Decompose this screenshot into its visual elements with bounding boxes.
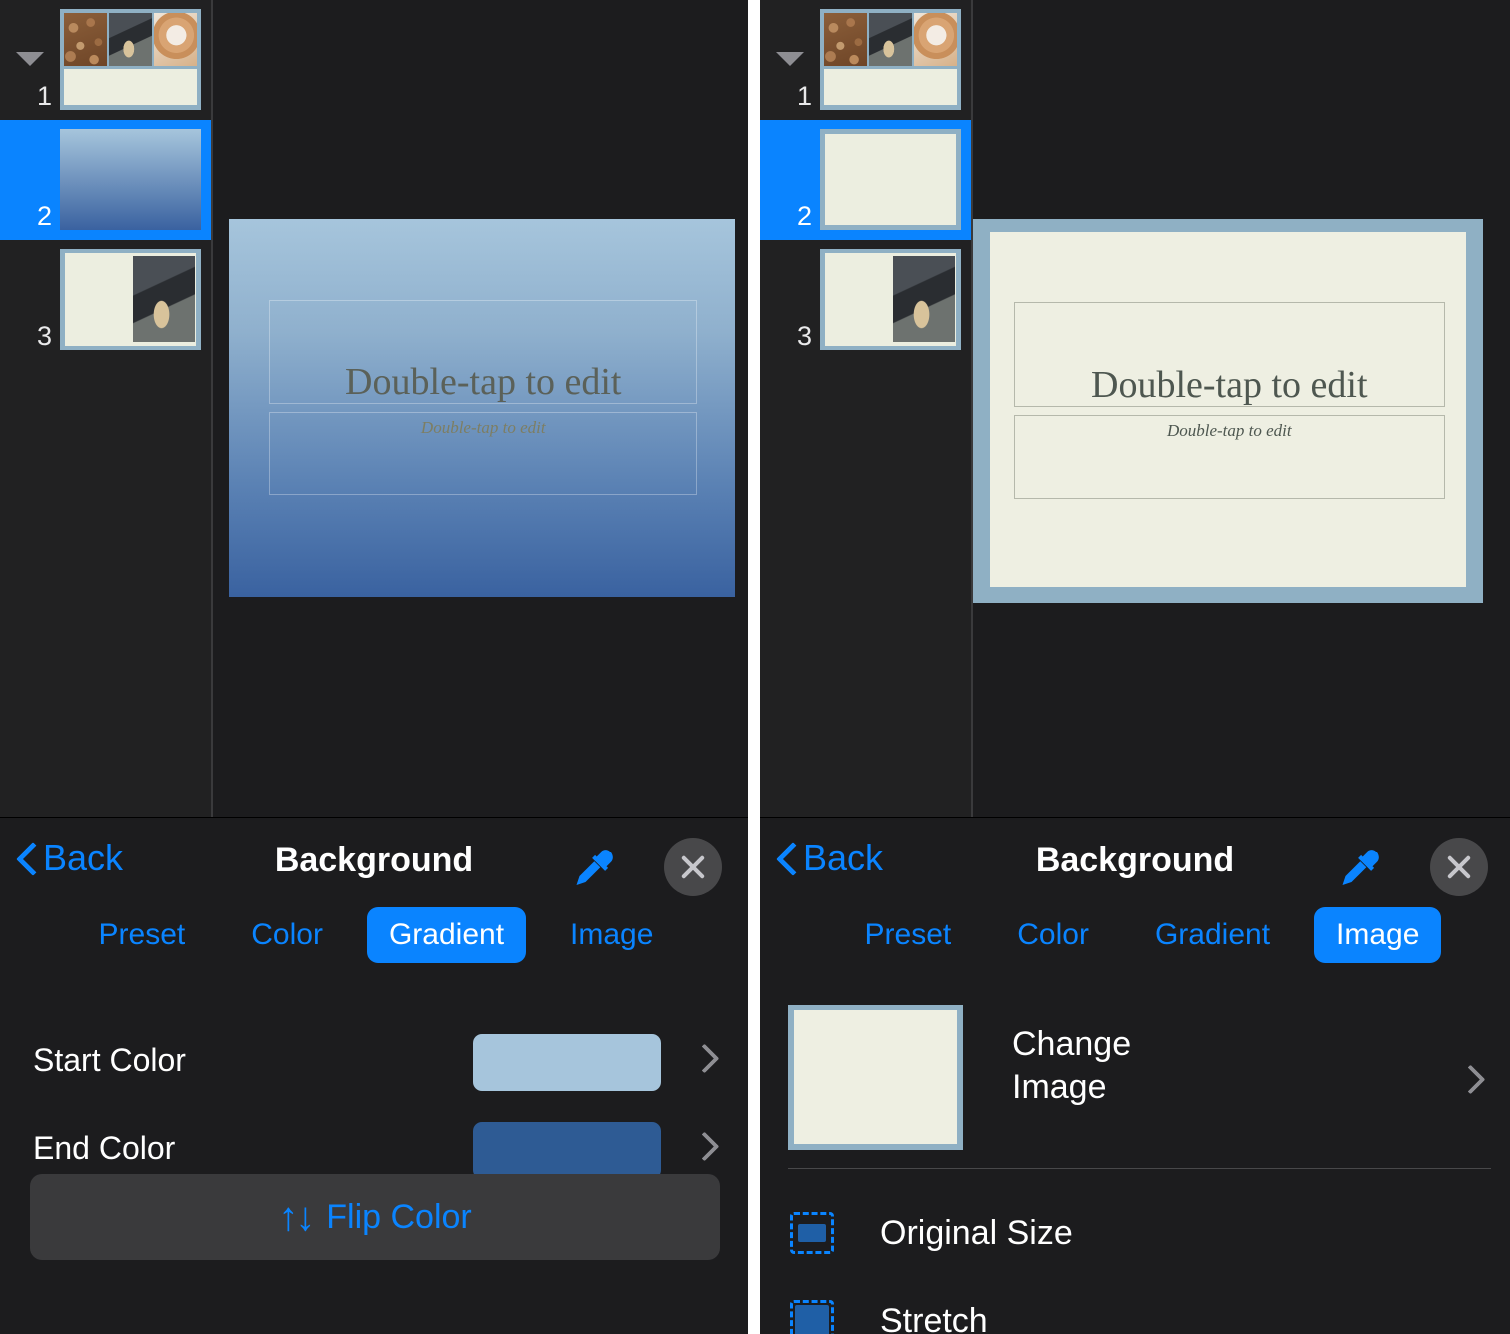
slide-canvas-area[interactable]: Double-tap to edit Double-tap to edit xyxy=(973,0,1510,818)
current-background-thumbnail[interactable] xyxy=(788,1005,963,1150)
background-type-tabs[interactable]: Preset Color Gradient Image xyxy=(0,904,748,966)
slide-thumb-image xyxy=(820,129,961,230)
tab-color[interactable]: Color xyxy=(995,907,1111,963)
title-placeholder-box[interactable]: Double-tap to edit xyxy=(1013,301,1445,408)
tab-gradient[interactable]: Gradient xyxy=(1133,907,1292,963)
change-image-row[interactable]: Change Image xyxy=(760,1005,1510,1165)
slide-thumb-image xyxy=(60,9,201,110)
screenshot-stage: 1 2 3 Double-tap to edit Double-tap to e… xyxy=(0,0,1510,1334)
slide-thumb-image xyxy=(60,249,201,350)
screenshot-separator xyxy=(748,0,760,1334)
slide-thumbnail-1[interactable]: 1 xyxy=(760,0,971,120)
paper-background xyxy=(990,232,1466,587)
eyedropper-icon[interactable] xyxy=(1336,844,1384,892)
espresso-pour-photo xyxy=(869,13,912,66)
tab-preset[interactable]: Preset xyxy=(843,907,974,963)
end-color-swatch[interactable] xyxy=(473,1122,661,1179)
right-screenshot: 1 2 3 Double-tap to edit Double-tap to e… xyxy=(760,0,1510,1334)
slide-thumb-image xyxy=(820,249,961,350)
caret-down-icon[interactable] xyxy=(776,52,804,66)
close-button[interactable] xyxy=(664,838,722,896)
espresso-pour-photo xyxy=(133,256,195,342)
latte-art-photo xyxy=(154,13,197,66)
title-placeholder-text: Double-tap to edit xyxy=(1091,364,1368,407)
start-color-swatch[interactable] xyxy=(473,1034,661,1091)
slide-number: 3 xyxy=(36,321,52,351)
slide-canvas[interactable]: Double-tap to edit Double-tap to edit xyxy=(973,219,1483,603)
espresso-pour-photo xyxy=(893,256,955,342)
eyedropper-icon[interactable] xyxy=(570,844,618,892)
flip-arrows-icon: ↑↓ xyxy=(278,1195,315,1239)
stretch-icon xyxy=(790,1300,834,1334)
espresso-pour-photo xyxy=(109,13,152,66)
stretch-option[interactable]: Stretch xyxy=(760,1278,1510,1334)
slide-navigator[interactable]: 1 2 3 xyxy=(0,0,211,818)
background-type-tabs[interactable]: Preset Color Gradient Image xyxy=(760,904,1510,966)
title-placeholder-text: Double-tap to edit xyxy=(345,361,622,404)
tab-image[interactable]: Image xyxy=(548,907,675,963)
chevron-right-icon[interactable] xyxy=(1455,1064,1486,1095)
slide-navigator[interactable]: 1 2 3 xyxy=(760,0,971,818)
left-screenshot: 1 2 3 Double-tap to edit Double-tap to e… xyxy=(0,0,748,1334)
panel-header: Back Background xyxy=(760,818,1510,904)
panel-header: Back Background xyxy=(0,818,748,904)
coffee-beans-photo xyxy=(64,13,107,66)
start-color-row[interactable]: Start Color xyxy=(0,1024,748,1112)
slide-thumbnail-3[interactable]: 3 xyxy=(760,240,971,360)
caret-down-icon[interactable] xyxy=(16,52,44,66)
start-color-label: Start Color xyxy=(33,1042,186,1078)
original-size-label: Original Size xyxy=(880,1213,1073,1252)
slide-number: 2 xyxy=(36,201,52,231)
flip-color-label: Flip Color xyxy=(326,1197,472,1236)
tab-gradient[interactable]: Gradient xyxy=(366,907,527,963)
title-placeholder-box[interactable]: Double-tap to edit xyxy=(269,300,698,405)
end-color-label: End Color xyxy=(33,1130,176,1166)
coffee-beans-photo xyxy=(824,13,867,66)
slide-thumb-image xyxy=(820,9,961,110)
background-inspector-panel: Back Background Preset Color Gradient Im… xyxy=(0,817,748,1334)
subtitle-placeholder-text: Double-tap to edit xyxy=(1166,420,1292,440)
panel-title: Background xyxy=(274,841,474,879)
tab-image[interactable]: Image xyxy=(1314,907,1442,963)
thumb-text-band xyxy=(64,69,197,106)
subtitle-placeholder-box[interactable]: Double-tap to edit xyxy=(269,411,698,495)
chevron-right-icon[interactable] xyxy=(689,1131,720,1162)
chevron-right-icon[interactable] xyxy=(689,1043,720,1074)
slide-number: 2 xyxy=(796,201,812,231)
slide-thumbnail-3[interactable]: 3 xyxy=(0,240,211,360)
original-size-option[interactable]: Original Size xyxy=(760,1190,1510,1276)
slide-number: 1 xyxy=(36,81,52,111)
subtitle-placeholder-text: Double-tap to edit xyxy=(420,417,546,437)
slide-thumbnail-1[interactable]: 1 xyxy=(0,0,211,120)
latte-art-photo xyxy=(914,13,957,66)
original-size-icon xyxy=(790,1212,834,1254)
flip-color-button[interactable]: ↑↓ Flip Color xyxy=(30,1174,720,1260)
slide-number: 3 xyxy=(796,321,812,351)
panel-title: Background xyxy=(1035,841,1235,879)
close-button[interactable] xyxy=(1430,838,1488,896)
slide-canvas-area[interactable]: Double-tap to edit Double-tap to edit xyxy=(213,0,748,818)
change-image-label: Change Image xyxy=(1012,1025,1132,1107)
tab-preset[interactable]: Preset xyxy=(77,907,208,963)
slide-thumb-image xyxy=(60,129,201,230)
section-divider xyxy=(788,1168,1491,1169)
tab-color[interactable]: Color xyxy=(229,907,345,963)
slide-number: 1 xyxy=(796,81,812,111)
slide-thumbnail-2[interactable]: 2 xyxy=(760,120,971,240)
stretch-label: Stretch xyxy=(880,1301,988,1334)
thumb-text-band xyxy=(824,69,957,106)
slide-thumbnail-2[interactable]: 2 xyxy=(0,120,211,240)
slide-canvas[interactable]: Double-tap to edit Double-tap to edit xyxy=(229,219,735,597)
subtitle-placeholder-box[interactable]: Double-tap to edit xyxy=(1013,414,1445,500)
